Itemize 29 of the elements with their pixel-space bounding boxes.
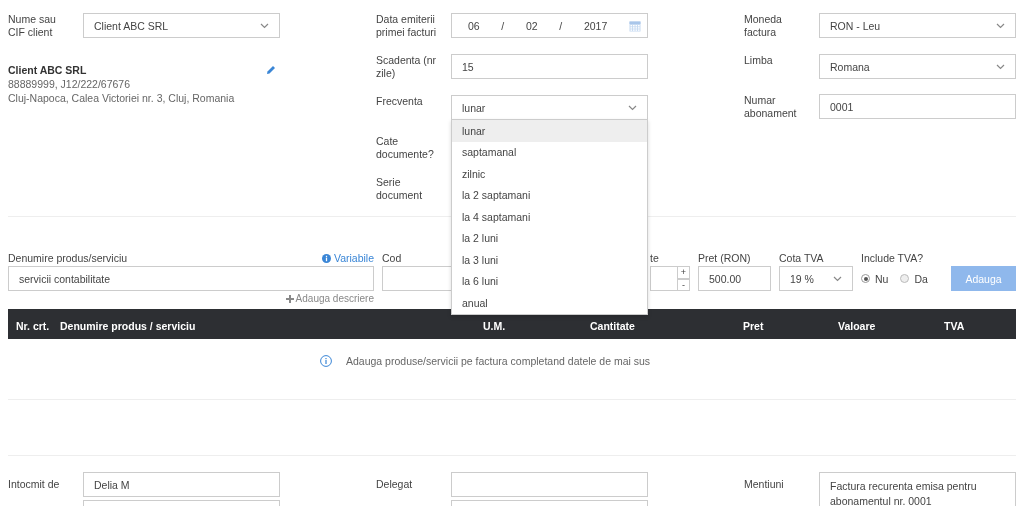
field-label: Nume sau CIF client xyxy=(8,13,57,39)
field-label: Serie document xyxy=(376,176,424,202)
column-header: U.M. xyxy=(483,320,507,332)
field-label: Cate documente? xyxy=(376,135,435,161)
field-label: Scadenta (nr zile) xyxy=(376,54,438,80)
client-ids: 88889999, J12/222/67676 xyxy=(8,77,132,91)
field-label: Intocmit de xyxy=(8,477,61,491)
empty-table-message: Adauga produse/servicii pe factura completand datele de mai sus xyxy=(346,355,651,367)
field-label: Delegat xyxy=(376,477,414,491)
column-header: Cantitate xyxy=(590,320,636,332)
field-label: Cota TVA xyxy=(779,251,824,266)
client-name: Client ABC SRL xyxy=(8,63,88,77)
column-header: Nr. crt. xyxy=(16,320,51,332)
field-label: Denumire produs/serviciu xyxy=(8,251,128,266)
field-label: Frecventa xyxy=(376,95,424,108)
column-header: Valoare xyxy=(838,320,877,332)
field-label: Numar abonament xyxy=(744,94,798,120)
field-label: te xyxy=(650,251,659,266)
column-header: TVA xyxy=(944,320,966,332)
field-label: Moneda factura xyxy=(744,13,783,39)
field-label: Pret (RON) xyxy=(698,251,751,266)
field-label: Limba xyxy=(744,54,774,67)
field-label: Data emiterii primei facturi xyxy=(376,13,438,39)
field-label: Include TVA? xyxy=(861,251,924,266)
column-header: Denumire produs / serviciu xyxy=(60,320,197,332)
column-header: Pret xyxy=(743,320,765,332)
client-address: Cluj-Napoca, Calea Victoriei nr. 3, Cluj, Romania xyxy=(8,91,235,105)
field-label: Cod xyxy=(382,251,402,266)
field-label: Mentiuni xyxy=(744,477,785,491)
